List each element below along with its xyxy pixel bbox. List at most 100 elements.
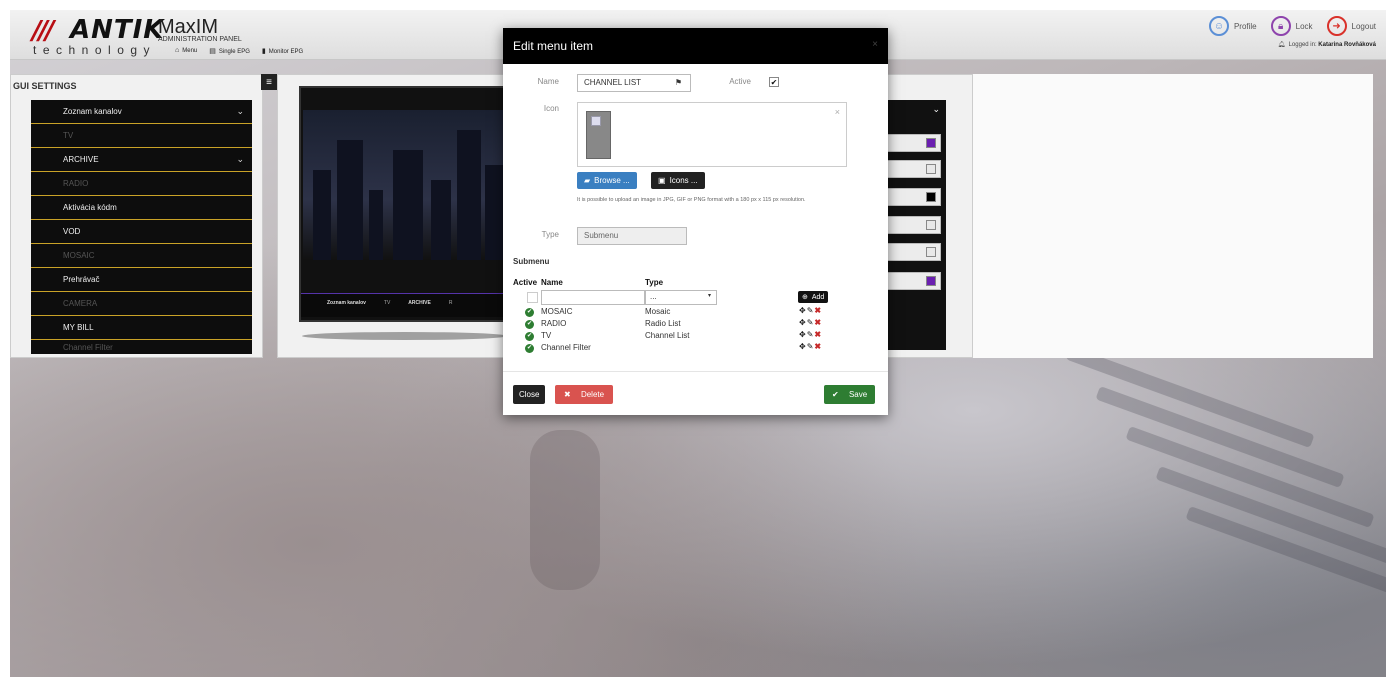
preview-right-area [972,74,1373,358]
active-check-icon: ✔ [525,332,534,341]
move-icon[interactable]: ✥ [799,306,807,315]
move-icon[interactable]: ✥ [799,342,807,351]
menu-item-radio[interactable]: RADIO [31,172,252,196]
caret-down-icon: ▾ [707,293,711,299]
logged-in-info: 🔔︎ Logged in: Katarina Rovňáková [1278,41,1376,48]
color-swatch[interactable] [926,164,936,174]
logo-stripes: /// [32,16,54,46]
browse-button[interactable]: ▰ Browse ... [577,172,637,189]
move-icon[interactable]: ✥ [799,318,807,327]
move-icon[interactable]: ✥ [799,330,807,339]
delete-button[interactable]: ✖ Delete [555,385,614,404]
hamburger-menu-icon[interactable]: ≡ [261,74,277,90]
row-actions: ✥✎✖ [799,318,822,327]
menu-item-label: ARCHIVE [63,155,99,164]
menu-item-aktivacia[interactable]: Aktivácia kódm [31,196,252,220]
menu-item-label: Aktivácia kódm [63,203,117,212]
nav-label: Single EPG [218,49,250,55]
close-icon[interactable]: × [872,39,878,50]
add-button[interactable]: ⊕ Add [798,291,829,303]
menu-item-tv[interactable]: TV [31,124,252,148]
color-swatch[interactable] [926,247,936,257]
save-button[interactable]: ✔ Save [824,385,876,404]
color-swatch[interactable] [926,138,936,148]
save-label: Save [848,390,868,399]
nav-menu[interactable]: ⌂ Menu [175,47,197,55]
edit-menu-item-modal: Edit menu item × Name CHANNEL LIST ⚑ Act… [503,28,888,415]
menu-item-label: TV [63,131,74,140]
user-actions: ☺ Profile 🔒︎ Lock ➜ Logout [1208,16,1376,36]
name-value: CHANNEL LIST [584,78,642,87]
menu-item-prehravac[interactable]: Prehrávač [31,268,252,292]
active-checkbox[interactable]: ✔ [769,77,779,87]
menu-item-label: Zoznam kanalov [63,107,122,116]
logout-label: Logout [1351,21,1376,31]
nav-monitor-epg[interactable]: ▮ Monitor EPG [262,47,303,55]
lock-button[interactable]: 🔒︎ Lock [1270,16,1313,36]
bell-icon: 🔔︎ [1277,42,1286,48]
menu-item-label: MY BILL [63,323,94,332]
chevron-down-icon[interactable]: ⌄ [932,104,940,114]
row-name: Channel Filter [541,343,591,352]
tv-menu-item: Zoznam kanalov [327,300,366,306]
color-row[interactable] [886,188,941,206]
icons-button[interactable]: ▣ Icons ... [651,172,705,189]
bar-chart-icon: ▮ [261,48,266,55]
building-shape [369,190,383,260]
delete-icon[interactable]: ✖ [814,330,822,339]
color-settings-header[interactable]: ⌄ [886,100,946,120]
upload-hint: It is possible to upload an image in JPG… [577,197,806,203]
menu-item-archive[interactable]: ARCHIVE ⌄ [31,148,252,172]
nav-single-epg[interactable]: ▤ Single EPG [209,47,250,55]
background-decoration [530,430,600,590]
building-shape [431,180,451,260]
building-shape [393,150,423,260]
remove-icon[interactable]: × [835,107,840,117]
new-active-checkbox[interactable] [527,292,538,303]
logout-button[interactable]: ➜ Logout [1326,16,1376,36]
modal-title: Edit menu item [513,39,594,53]
row-type: Mosaic [645,307,671,316]
delete-label: Delete [580,390,605,399]
broken-image-icon [591,116,601,126]
color-row[interactable] [886,216,941,234]
color-swatch[interactable] [926,276,936,286]
icons-label: Icons ... [669,176,698,185]
menu-item-mosaic[interactable]: MOSAIC [31,244,252,268]
name-input[interactable]: CHANNEL LIST ⚑ [577,74,691,92]
tv-menu-item: TV [383,300,391,306]
menu-item-my-bill[interactable]: MY BILL [31,316,252,340]
new-type-select[interactable]: ... ▾ [645,290,717,305]
tv-preview: Zoznam kanalov TV ARCHIVE R [299,86,509,322]
chevron-down-icon[interactable]: ⌄ [236,154,244,165]
icon-upload-box[interactable]: × [577,102,847,167]
color-row[interactable] [886,272,941,290]
profile-button[interactable]: ☺ Profile [1208,16,1257,36]
chevron-down-icon[interactable]: ⌄ [236,106,244,117]
close-button[interactable]: Close [513,385,546,404]
plus-circle-icon: ⊕ [802,294,808,301]
add-label: Add [811,293,825,301]
new-name-input[interactable] [541,290,645,305]
delete-icon[interactable]: ✖ [814,318,822,327]
delete-icon[interactable]: ✖ [814,306,822,315]
color-swatch[interactable] [926,220,936,230]
lock-icon: 🔒︎ [1270,16,1291,36]
color-row[interactable] [886,134,941,152]
menu-item-camera[interactable]: CAMERA [31,292,252,316]
tv-stand [302,332,507,340]
close-label: Close [519,390,540,399]
menu-item-zoznam-kanalov[interactable]: Zoznam kanalov ⌄ [31,100,252,124]
col-type: Type [645,278,664,287]
delete-icon[interactable]: ✖ [814,342,822,351]
flag-icon[interactable]: ⚑ [675,78,682,87]
tv-menu-item: R [448,300,453,306]
icon-thumbnail [586,111,611,159]
menu-item-vod[interactable]: VOD [31,220,252,244]
color-row[interactable] [886,243,941,261]
nav-label: Menu [182,48,198,54]
color-swatch[interactable] [926,192,936,202]
menu-item-channel-filter[interactable]: Channel Filter [31,340,252,354]
icon-label: Icon [543,104,559,113]
color-row[interactable] [886,160,941,178]
